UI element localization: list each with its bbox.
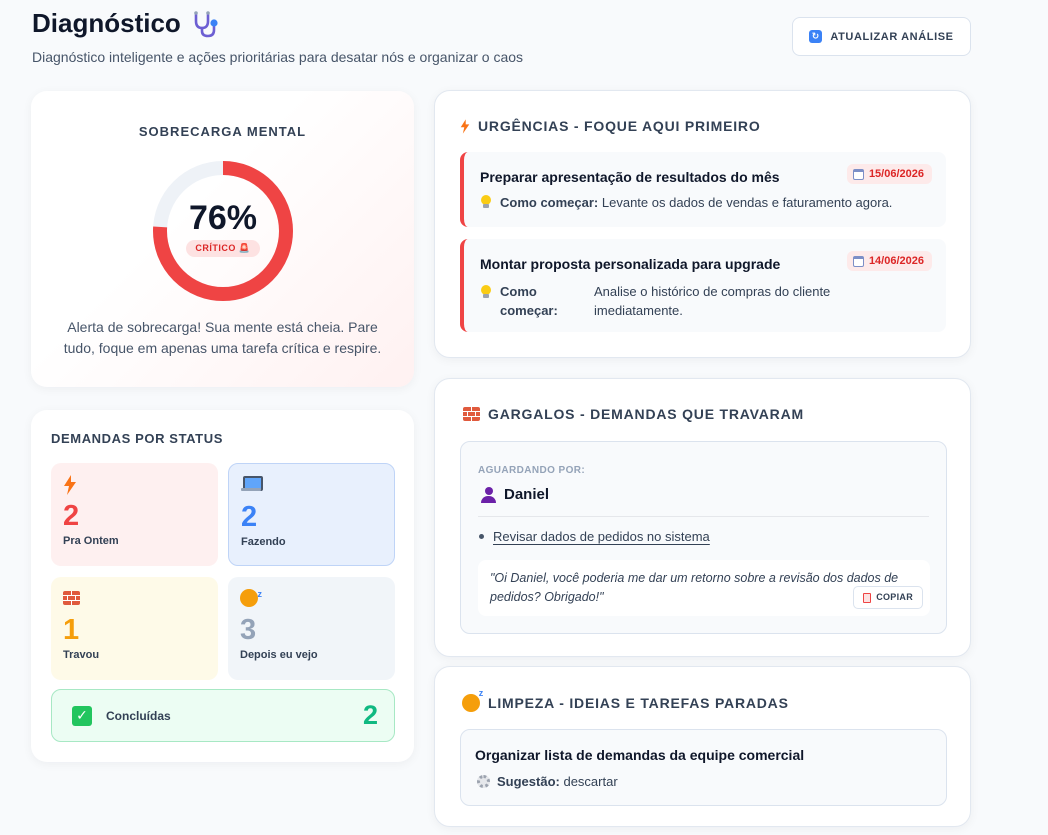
urgency-item[interactable]: Montar proposta personalizada para upgra… [460, 239, 946, 332]
status-tile-concluidas[interactable]: ✓ Concluídas 2 [51, 689, 395, 742]
brick-icon [463, 407, 480, 421]
waiting-person-name: Daniel [504, 486, 550, 503]
how-to-start-text: Analise o histórico de compras do client… [594, 284, 831, 318]
suggestion-value: descartar [563, 774, 618, 789]
bullet-icon [479, 534, 484, 539]
urgency-name: Preparar apresentação de resultados do m… [480, 169, 780, 185]
siren-icon: 🚨 [238, 243, 251, 253]
blocked-task-link[interactable]: Revisar dados de pedidos no sistema [493, 529, 710, 544]
suggested-message-text: "Oi Daniel, você poderia me dar um retor… [490, 571, 899, 604]
cleanup-card: LIMPEZA - IDEIAS E TAREFAS PARADAS Organ… [434, 666, 971, 827]
brick-icon [63, 591, 80, 605]
status-label: Fazendo [241, 536, 286, 548]
lightbulb-icon [480, 195, 492, 209]
mental-overload-title: SOBRECARGA MENTAL [138, 124, 307, 139]
status-count: 2 [63, 500, 80, 532]
stethoscope-icon [193, 10, 218, 37]
due-date-badge: 14/06/2026 [846, 251, 932, 271]
how-to-start-label: Como começar: [500, 195, 599, 210]
cleanup-title: LIMPEZA - IDEIAS E TAREFAS PARADAS [488, 695, 789, 711]
page-header: Diagnóstico Diagnóstico inteligente e aç… [32, 8, 523, 65]
cleanup-item[interactable]: Organizar lista de demandas da equipe co… [460, 729, 947, 806]
copy-button[interactable]: COPIAR [853, 586, 923, 609]
suggested-message: "Oi Daniel, você poderia me dar um retor… [478, 560, 930, 616]
status-label: Pra Ontem [63, 535, 119, 547]
status-count: 2 [362, 700, 378, 730]
how-to-start-label: Como começar: [500, 284, 558, 318]
status-tile-fazendo[interactable]: 2 Fazendo [228, 463, 395, 566]
demands-by-status-title: DEMANDAS POR STATUS [51, 431, 223, 446]
urgency-name: Montar proposta personalizada para upgra… [480, 256, 781, 272]
cleanup-item-name: Organizar lista de demandas da equipe co… [475, 747, 805, 763]
status-tile-pra-ontem[interactable]: 2 Pra Ontem [51, 463, 218, 566]
clipboard-icon [863, 592, 872, 603]
sleeping-face-icon [462, 688, 484, 712]
how-to-start-text: Levante os dados de vendas e faturamento… [601, 195, 893, 210]
urgency-item[interactable]: Preparar apresentação de resultados do m… [460, 152, 946, 227]
bottleneck-item: AGUARDANDO POR: Daniel Revisar dados de … [460, 441, 947, 634]
status-count: 1 [63, 614, 80, 646]
lightbulb-icon [480, 285, 492, 299]
laptop-icon [241, 476, 263, 492]
due-date-badge: 15/06/2026 [846, 164, 932, 184]
mental-overload-card: SOBRECARGA MENTAL 76% CRÍTICO 🚨 Alerta d… [31, 91, 414, 387]
refresh-analysis-label: ATUALIZAR ANÁLISE [830, 30, 954, 43]
demands-by-status-card: DEMANDAS POR STATUS 2 Pra Ontem 2 Fazend… [31, 410, 414, 762]
check-icon: ✓ [72, 705, 92, 726]
status-label: Travou [63, 649, 100, 661]
waiting-for-label: AGUARDANDO POR: [478, 465, 586, 476]
status-label: Concluídas [106, 708, 171, 723]
status-tile-depois-eu-vejo[interactable]: 3 Depois eu vejo [228, 577, 395, 680]
user-icon [481, 486, 496, 503]
gear-icon [477, 775, 490, 788]
bottlenecks-card: GARGALOS - DEMANDAS QUE TRAVARAM AGUARDA… [434, 378, 971, 657]
critical-badge: CRÍTICO 🚨 [186, 240, 260, 257]
status-label: Depois eu vejo [240, 649, 318, 661]
lightning-icon [460, 118, 470, 134]
page-title: Diagnóstico [32, 8, 181, 38]
status-count: 2 [241, 501, 258, 533]
refresh-icon: ↻ [809, 30, 823, 43]
refresh-analysis-button[interactable]: ↻ ATUALIZAR ANÁLISE [792, 17, 971, 56]
sleeping-face-icon [240, 583, 262, 607]
urgencies-title: URGÊNCIAS - FOQUE AQUI PRIMEIRO [478, 118, 761, 134]
urgencies-card: URGÊNCIAS - FOQUE AQUI PRIMEIRO Preparar… [434, 90, 971, 358]
divider [478, 516, 929, 517]
lightning-icon [64, 475, 76, 495]
suggestion-label: Sugestão: [497, 774, 560, 789]
page-subtitle: Diagnóstico inteligente e ações prioritá… [32, 49, 524, 65]
bottlenecks-title: GARGALOS - DEMANDAS QUE TRAVARAM [488, 406, 804, 422]
calendar-icon [852, 255, 864, 267]
calendar-icon [852, 168, 864, 180]
status-count: 3 [240, 614, 257, 646]
status-tile-travou[interactable]: 1 Travou [51, 577, 218, 680]
overload-message: Alerta de sobrecarga! Sua mente está che… [63, 319, 382, 356]
overload-percentage: 76% [188, 199, 258, 237]
